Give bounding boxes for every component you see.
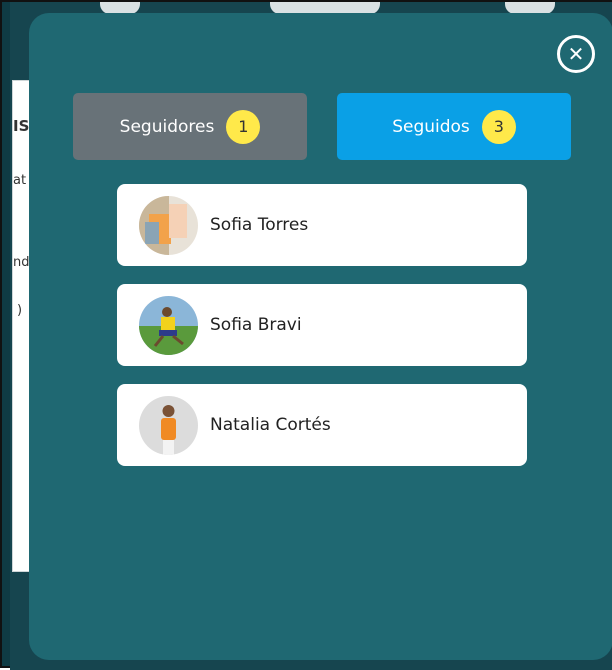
list-item[interactable]: Sofia Bravi: [117, 284, 527, 366]
close-icon[interactable]: ✕: [557, 35, 595, 73]
background-text: at: [13, 173, 27, 188]
user-name: Natalia Cortés: [210, 415, 331, 435]
following-count-badge: 3: [481, 109, 516, 144]
followers-count-badge: 1: [226, 109, 261, 144]
tab-followers-label: Seguidores: [119, 116, 215, 137]
tab-following-label: Seguidos: [392, 116, 470, 137]
background-text: IS: [13, 117, 30, 135]
list-item[interactable]: Sofia Torres: [117, 184, 527, 266]
user-name: Sofia Torres: [210, 215, 309, 235]
tab-followers[interactable]: Seguidores 1: [73, 93, 307, 160]
user-name: Sofia Bravi: [210, 315, 302, 335]
avatar: [139, 395, 198, 455]
background-text: ): [17, 303, 23, 318]
avatar: [139, 195, 198, 255]
list-item[interactable]: Natalia Cortés: [117, 384, 527, 466]
screen: IS at ndi ) ✕ Seguidores 1 Seguidos 3 So…: [0, 0, 612, 670]
tab-following[interactable]: Seguidos 3: [337, 93, 571, 160]
avatar: [139, 295, 198, 355]
